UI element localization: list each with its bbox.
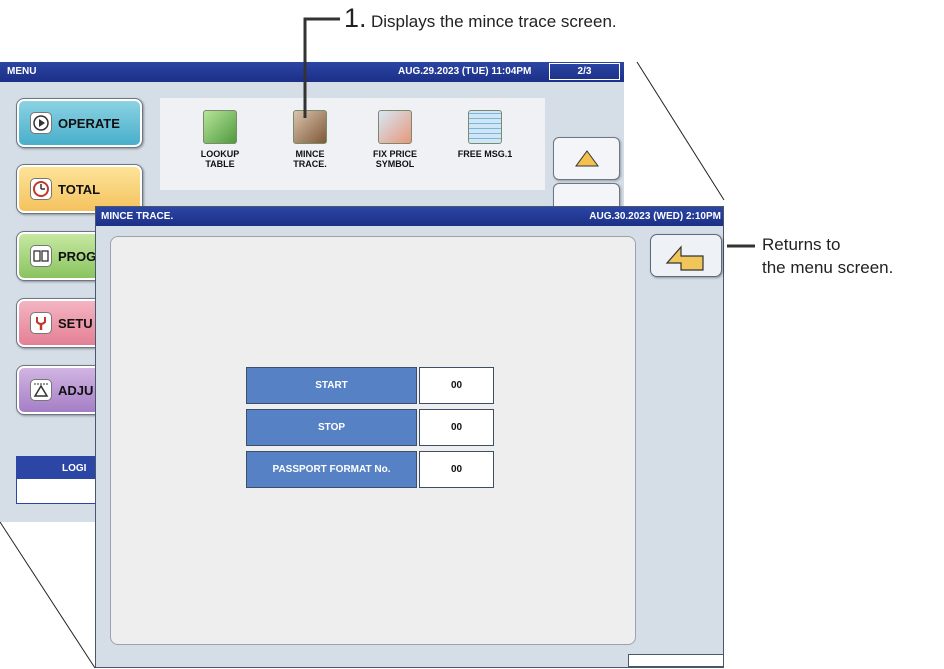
callout-leaders (303, 17, 755, 248)
step-description: Displays the mince trace screen. (370, 12, 617, 31)
return-callout-line2: the menu screen. (762, 258, 894, 277)
step-callout: 1. Displays the mince trace screen. (344, 3, 617, 34)
return-callout-line1: Returns to (762, 235, 841, 254)
step-number: 1. (344, 3, 367, 33)
